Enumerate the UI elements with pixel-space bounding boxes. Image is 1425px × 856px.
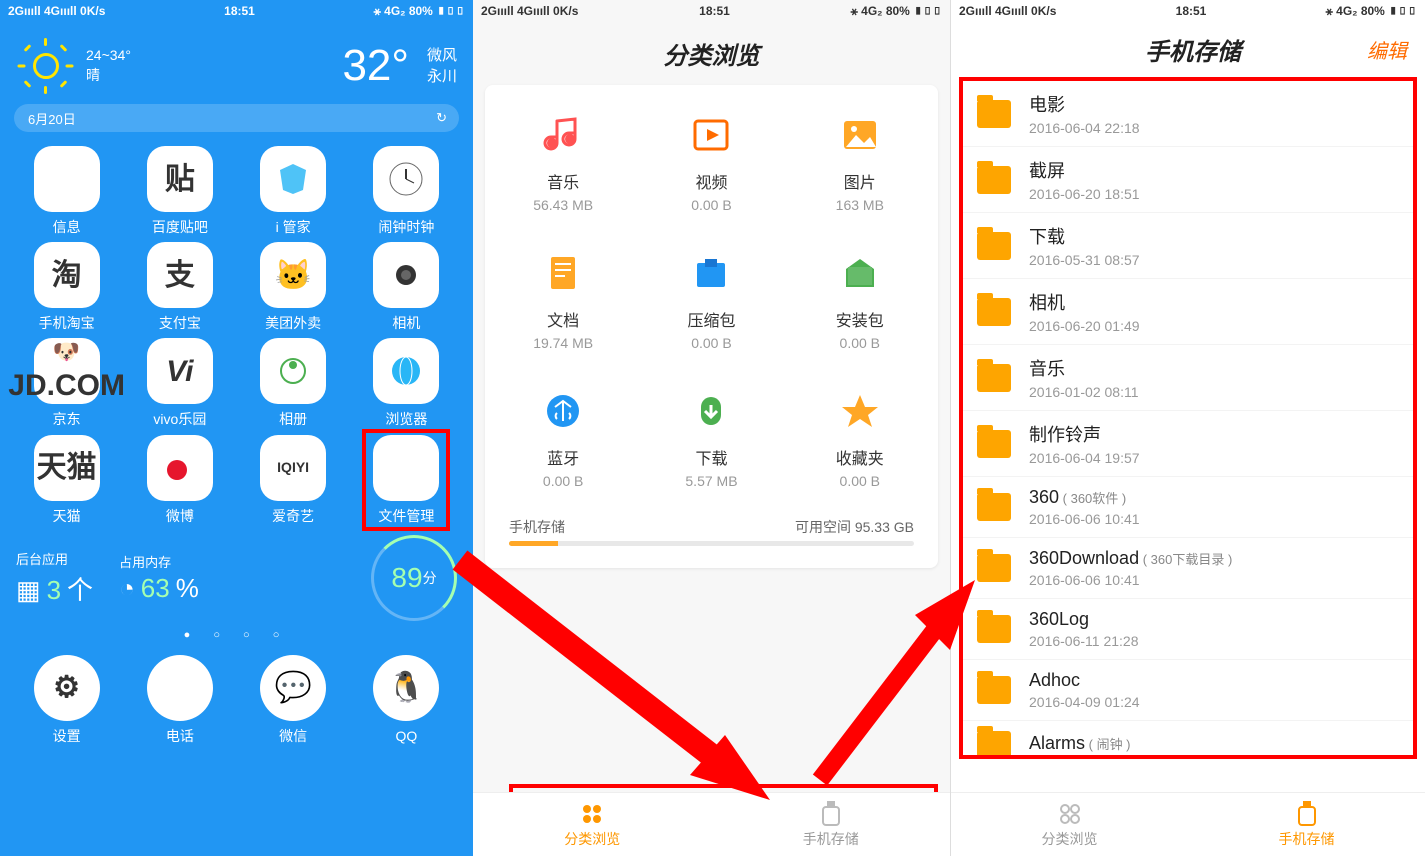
category-0[interactable]: 音乐56.43 MB: [489, 93, 637, 231]
arrow-icon: [430, 540, 810, 820]
tab-categories[interactable]: 分类浏览: [951, 793, 1188, 856]
widgets-row: 后台应用 ▦ 3个 占用内存 ◔ 63% 89分: [0, 531, 473, 623]
folder-list: 电影2016-06-04 22:18截屏2016-06-20 18:51下载20…: [959, 77, 1417, 759]
folder-item[interactable]: 相机2016-06-20 01:49: [963, 279, 1413, 345]
refresh-icon[interactable]: ↻: [436, 110, 447, 126]
highlight-box-icon: [362, 429, 450, 531]
app-vivo[interactable]: Vivivo乐园: [130, 338, 230, 428]
app-alipay[interactable]: 支支付宝: [130, 242, 230, 332]
category-icon: [687, 111, 735, 159]
app-weibo[interactable]: 微博: [130, 435, 230, 525]
category-2[interactable]: 图片163 MB: [786, 93, 934, 231]
status-bar: 2Gıııll 4Gıııll 0K/s 18:51 ⚹ 4G₂ 80% ▮▯▯: [951, 0, 1425, 22]
file-manager-storage: 2Gıııll 4Gıııll 0K/s 18:51 ⚹ 4G₂ 80% ▮▯▯…: [951, 0, 1425, 856]
dock-wechat[interactable]: 💬微信: [243, 655, 343, 745]
category-6[interactable]: 蓝牙0.00 B: [489, 369, 637, 507]
app-camera[interactable]: 相机: [356, 242, 456, 332]
folder-icon: [977, 430, 1011, 458]
folder-item[interactable]: 360Log2016-06-11 21:28: [963, 599, 1413, 660]
category-icon: [539, 387, 587, 435]
app-tieba[interactable]: 贴百度贴吧: [130, 146, 230, 236]
category-5[interactable]: 安装包0.00 B: [786, 231, 934, 369]
app-imanager[interactable]: i 管家: [243, 146, 343, 236]
current-temp: 32°: [342, 41, 409, 91]
edit-button[interactable]: 编辑: [1367, 35, 1407, 64]
folder-item[interactable]: 音乐2016-01-02 08:11: [963, 345, 1413, 411]
category-icon: [836, 387, 884, 435]
folder-icon: [977, 166, 1011, 194]
signal-text: 2Gıııll 4Gıııll 0K/s: [8, 4, 105, 18]
folder-item[interactable]: Adhoc2016-04-09 01:24: [963, 660, 1413, 721]
app-jd[interactable]: 🐶JD.COM京东: [17, 338, 117, 428]
weather-widget[interactable]: 24~34° 晴 32° 微风 永川: [0, 22, 473, 104]
page-title: 分类浏览: [473, 22, 950, 85]
usb-icon: [1188, 801, 1425, 827]
category-icon: [687, 387, 735, 435]
category-4[interactable]: 压缩包0.00 B: [637, 231, 785, 369]
wind-text: 微风: [427, 45, 457, 66]
weather-desc: 晴: [86, 66, 131, 86]
home-screen: 2Gıııll 4Gıııll 0K/s 18:51 ⚹ 4G₂ 80% ▮▯▯…: [0, 0, 473, 856]
status-bar: 2Gıııll 4Gıııll 0K/s 18:51 ⚹ 4G₂ 80% ▮▯▯: [473, 0, 950, 22]
category-3[interactable]: 文档19.74 MB: [489, 231, 637, 369]
folder-icon: [977, 493, 1011, 521]
app-clock[interactable]: 闹钟时钟: [356, 146, 456, 236]
clock-text: 18:51: [224, 4, 255, 18]
arrow-icon: [800, 540, 1000, 800]
app-meituan[interactable]: 🐱美团外卖: [243, 242, 343, 332]
date-pill[interactable]: 6月20日 ↻: [14, 104, 459, 132]
folder-item[interactable]: 360Download ( 360下载目录 )2016-06-06 10:41: [963, 538, 1413, 599]
category-icon: [539, 249, 587, 297]
app-tmall[interactable]: 天猫天猫: [17, 435, 117, 525]
folder-item[interactable]: 电影2016-06-04 22:18: [963, 81, 1413, 147]
folder-item[interactable]: 制作铃声2016-06-04 19:57: [963, 411, 1413, 477]
app-browser[interactable]: 浏览器: [356, 338, 456, 428]
folder-icon: [977, 298, 1011, 326]
folder-item[interactable]: 360 ( 360软件 )2016-06-06 10:41: [963, 477, 1413, 538]
sun-icon: [16, 36, 76, 96]
dock-settings[interactable]: ⚙设置: [17, 655, 117, 745]
folder-item[interactable]: 截屏2016-06-20 18:51: [963, 147, 1413, 213]
memory-widget[interactable]: 占用内存 ◔ 63%: [119, 552, 199, 604]
category-icon: [539, 111, 587, 159]
tab-storage[interactable]: 手机存储: [1188, 793, 1425, 856]
status-bar: 2Gıııll 4Gıııll 0K/s 18:51 ⚹ 4G₂ 80% ▮▯▯: [0, 0, 473, 22]
category-icon: [836, 111, 884, 159]
category-7[interactable]: 下载5.57 MB: [637, 369, 785, 507]
app-taobao[interactable]: 淘手机淘宝: [17, 242, 117, 332]
bg-apps-widget[interactable]: 后台应用 ▦ 3个: [16, 549, 93, 607]
battery-text: ⚹ 4G₂ 80% ▮▯▯: [374, 4, 465, 19]
folder-icon: [977, 232, 1011, 260]
bottom-tabs: 分类浏览 手机存储: [951, 792, 1425, 856]
page-title: 手机存储: [1019, 32, 1367, 67]
app-grid: 信息 贴百度贴吧 i 管家 闹钟时钟 淘手机淘宝 支支付宝 🐱美团外卖 相机 🐶…: [0, 140, 473, 525]
folder-icon: [977, 364, 1011, 392]
folder-item[interactable]: 下载2016-05-31 08:57: [963, 213, 1413, 279]
app-iqiyi[interactable]: IQIYI爱奇艺: [243, 435, 343, 525]
temp-range: 24~34°: [86, 46, 131, 66]
app-file-manager[interactable]: 文件管理: [356, 435, 456, 525]
page-indicator: ● ○ ○ ○: [0, 623, 473, 649]
category-card: 音乐56.43 MB视频0.00 B图片163 MB 文档19.74 MB压缩包0…: [485, 85, 938, 568]
folder-item[interactable]: Alarms ( 闹钟 ): [963, 721, 1413, 759]
app-album[interactable]: 相册: [243, 338, 343, 428]
date-text: 6月20日: [28, 109, 76, 128]
category-icon: [687, 249, 735, 297]
dock-phone[interactable]: ✆电话: [130, 655, 230, 745]
app-messages[interactable]: 信息: [17, 146, 117, 236]
free-space: 可用空间 95.33 GB: [795, 517, 914, 537]
category-1[interactable]: 视频0.00 B: [637, 93, 785, 231]
folder-icon: [977, 100, 1011, 128]
category-icon: [836, 249, 884, 297]
dock: ⚙设置 ✆电话 💬微信 🐧QQ: [0, 649, 473, 759]
city-text: 永川: [427, 66, 457, 87]
grid-icon: [951, 801, 1188, 827]
category-8[interactable]: 收藏夹0.00 B: [786, 369, 934, 507]
storage-label: 手机存储: [509, 517, 565, 537]
